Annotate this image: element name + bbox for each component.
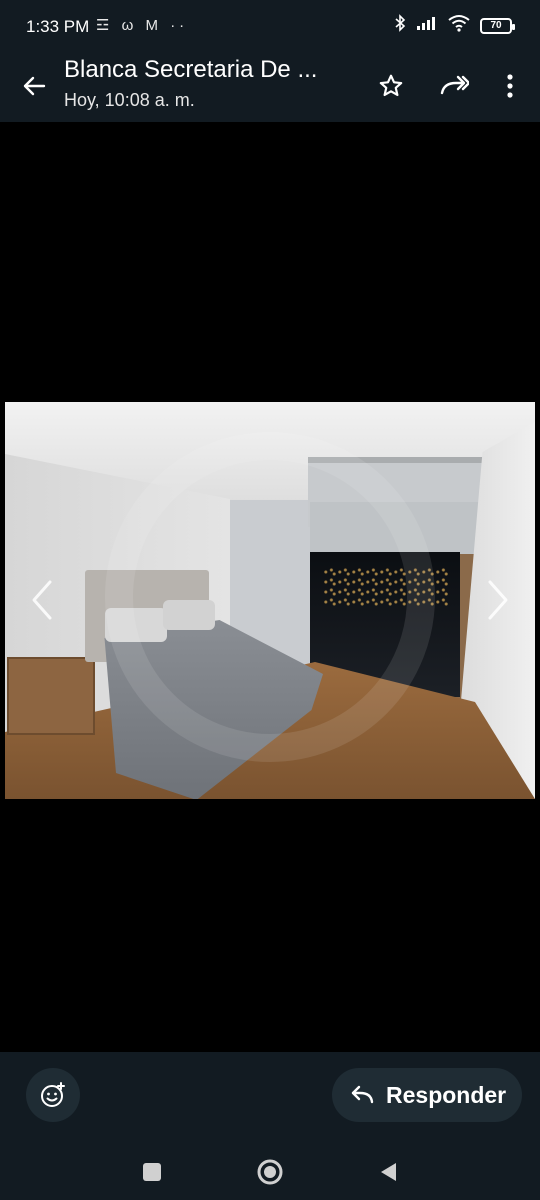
notification-icons: ☲ ω M ··: [96, 16, 188, 34]
app-bar: Blanca Secretaria De ... Hoy, 10:08 a. m…: [0, 52, 540, 122]
message-timestamp: Hoy, 10:08 a. m.: [64, 90, 195, 110]
status-bar: 1:33 PM ☲ ω M ·· 70: [0, 0, 540, 52]
gmail-icon: M: [145, 17, 163, 34]
reply-icon: [351, 1085, 374, 1104]
circle-icon: [257, 1159, 283, 1185]
watermark-logo: [105, 432, 435, 762]
arrow-left-icon: [23, 76, 46, 96]
forward-button[interactable]: [434, 66, 474, 106]
more-options-button[interactable]: [490, 66, 530, 106]
nightstand: [7, 657, 95, 735]
wifi-icon: [448, 14, 470, 37]
back-button[interactable]: [14, 66, 54, 106]
reply-label: Responder: [386, 1081, 507, 1108]
signal-icon: [416, 15, 438, 36]
more-vert-icon: [507, 74, 513, 98]
square-icon: [143, 1163, 161, 1181]
reply-button[interactable]: Responder: [332, 1068, 522, 1122]
forward-icon: [440, 75, 469, 95]
more-notifications-icon: ··: [170, 17, 189, 34]
chevron-left-icon: [32, 580, 52, 620]
status-time: 1:33 PM: [26, 17, 90, 36]
previous-photo-button[interactable]: [22, 575, 62, 625]
home-button[interactable]: [252, 1154, 288, 1190]
voicemail-icon: ω: [121, 17, 138, 34]
notification-icon-1: ☲: [96, 17, 114, 34]
bluetooth-icon: [394, 14, 406, 37]
next-photo-button[interactable]: [478, 575, 518, 625]
status-right-icons: 70: [394, 14, 515, 37]
add-reaction-icon: [41, 1082, 65, 1107]
add-reaction-button[interactable]: [26, 1068, 80, 1122]
battery-icon: 70: [480, 17, 515, 34]
recents-button[interactable]: [134, 1154, 170, 1190]
star-icon: [379, 74, 403, 97]
contact-title: Blanca Secretaria De ...: [64, 56, 318, 83]
system-nav-bar: [0, 1144, 540, 1200]
triangle-back-icon: [381, 1163, 396, 1181]
chevron-right-icon: [488, 580, 508, 620]
media-image[interactable]: [5, 402, 535, 799]
system-back-button[interactable]: [370, 1154, 406, 1190]
star-button[interactable]: [371, 66, 411, 106]
bottom-bar: Responder: [0, 1052, 540, 1144]
